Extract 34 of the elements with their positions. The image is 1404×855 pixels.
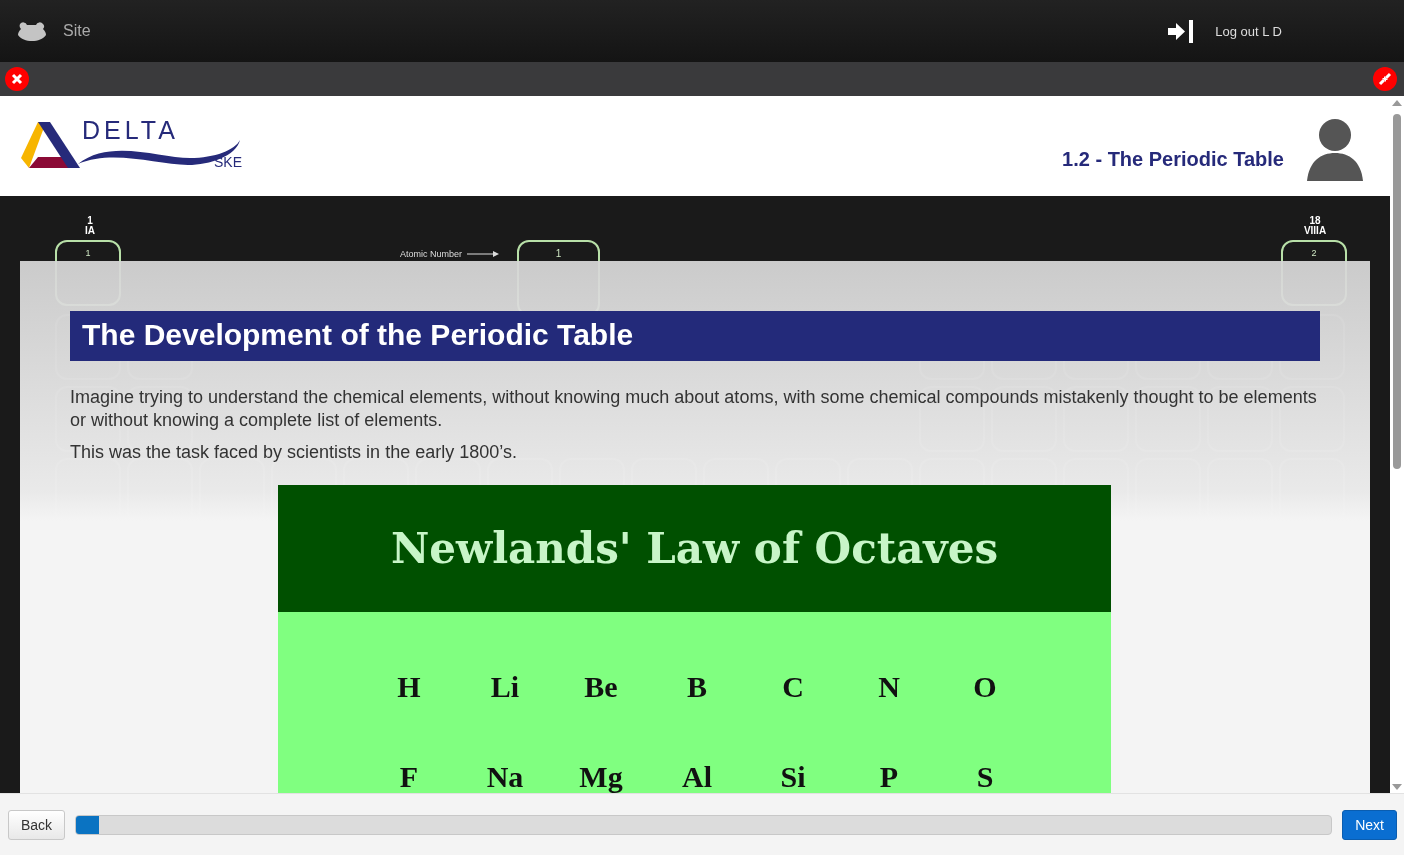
group-number: 1 <box>87 216 93 226</box>
element-symbol: Li <box>490 669 520 705</box>
course-title: 1.2 - The Periodic Table <box>1062 147 1284 171</box>
element-symbol: N <box>878 669 900 705</box>
figure-title: Newlands' Law of Octaves <box>278 485 1111 612</box>
element-symbol: P <box>879 759 899 793</box>
element-symbol: Si <box>780 759 806 793</box>
element-symbol: Al <box>682 759 712 793</box>
element-symbol: C <box>782 669 804 705</box>
element-symbol: F <box>399 759 419 793</box>
close-icon[interactable] <box>5 67 29 91</box>
back-button[interactable]: Back <box>8 809 66 840</box>
element-symbol: S <box>976 759 994 793</box>
element-symbol: Be <box>584 669 618 705</box>
element-symbol: Mg <box>579 759 623 793</box>
site-link[interactable]: Site <box>63 22 91 40</box>
collapse-icon[interactable] <box>1373 67 1397 91</box>
element-symbol: H <box>397 669 421 705</box>
group-name: VIIIA <box>1303 226 1327 236</box>
logout-icon[interactable] <box>1168 19 1194 43</box>
lesson-heading: The Development of the Periodic Table <box>70 311 1320 361</box>
element-symbol: B <box>687 669 707 705</box>
lesson-paragraph: Imagine trying to understand the chemical elements, without knowing much about atoms, with some chemical compounds mistakenly thought to be elements or without knowing a complete list of elements. <box>70 386 1318 432</box>
group-number: 18 <box>1309 216 1321 226</box>
element-symbol: O <box>973 669 997 705</box>
lesson-paragraph: This was the task faced by scientists in the early 1800’s. <box>70 441 518 464</box>
next-button[interactable]: Next <box>1342 809 1397 840</box>
logout-link[interactable]: Log out L D <box>1215 23 1282 39</box>
element-symbol: Na <box>486 759 524 793</box>
logo-wordmark: DELTA <box>82 116 179 145</box>
arrow-icon <box>467 251 499 257</box>
group-name: IA <box>85 226 95 236</box>
key-label: Atomic Number <box>400 249 462 259</box>
frog-logo-icon[interactable] <box>16 21 47 41</box>
